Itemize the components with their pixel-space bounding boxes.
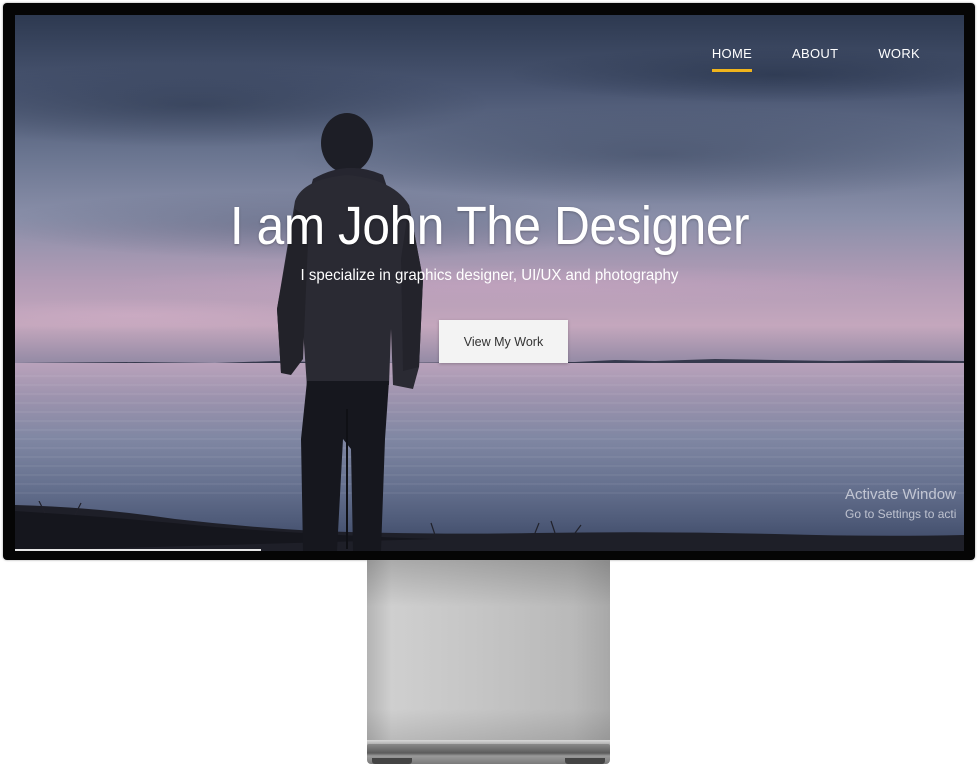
person-silhouette bbox=[277, 113, 423, 551]
main-nav: HOME ABOUT WORK bbox=[692, 45, 940, 72]
website-screen: HOME ABOUT WORK I am John The Designer I… bbox=[15, 15, 964, 551]
hero-subtitle: I specialize in graphics designer, UI/UX… bbox=[300, 267, 679, 284]
watermark-line-1: Activate Window bbox=[845, 486, 956, 503]
hero-title: I am John The Designer bbox=[229, 196, 750, 256]
stand-foot-right bbox=[565, 758, 605, 764]
stand-shading bbox=[367, 560, 610, 746]
view-my-work-button[interactable]: View My Work bbox=[439, 320, 568, 363]
nav-about-link[interactable]: ABOUT bbox=[772, 45, 858, 63]
nav-work-link[interactable]: WORK bbox=[858, 45, 940, 63]
stand-foot-left bbox=[372, 758, 412, 764]
water-reflection bbox=[15, 375, 964, 495]
monitor-frame: HOME ABOUT WORK I am John The Designer I… bbox=[3, 3, 975, 560]
nav-home-link[interactable]: HOME bbox=[692, 45, 772, 72]
mockup-stage: HOME ABOUT WORK I am John The Designer I… bbox=[0, 0, 978, 768]
shoreline bbox=[15, 501, 964, 551]
watermark-line-2: Go to Settings to acti bbox=[845, 507, 957, 521]
scroll-progress-bar bbox=[15, 549, 261, 551]
activation-watermark: Activate Window Go to Settings to acti bbox=[845, 485, 956, 523]
